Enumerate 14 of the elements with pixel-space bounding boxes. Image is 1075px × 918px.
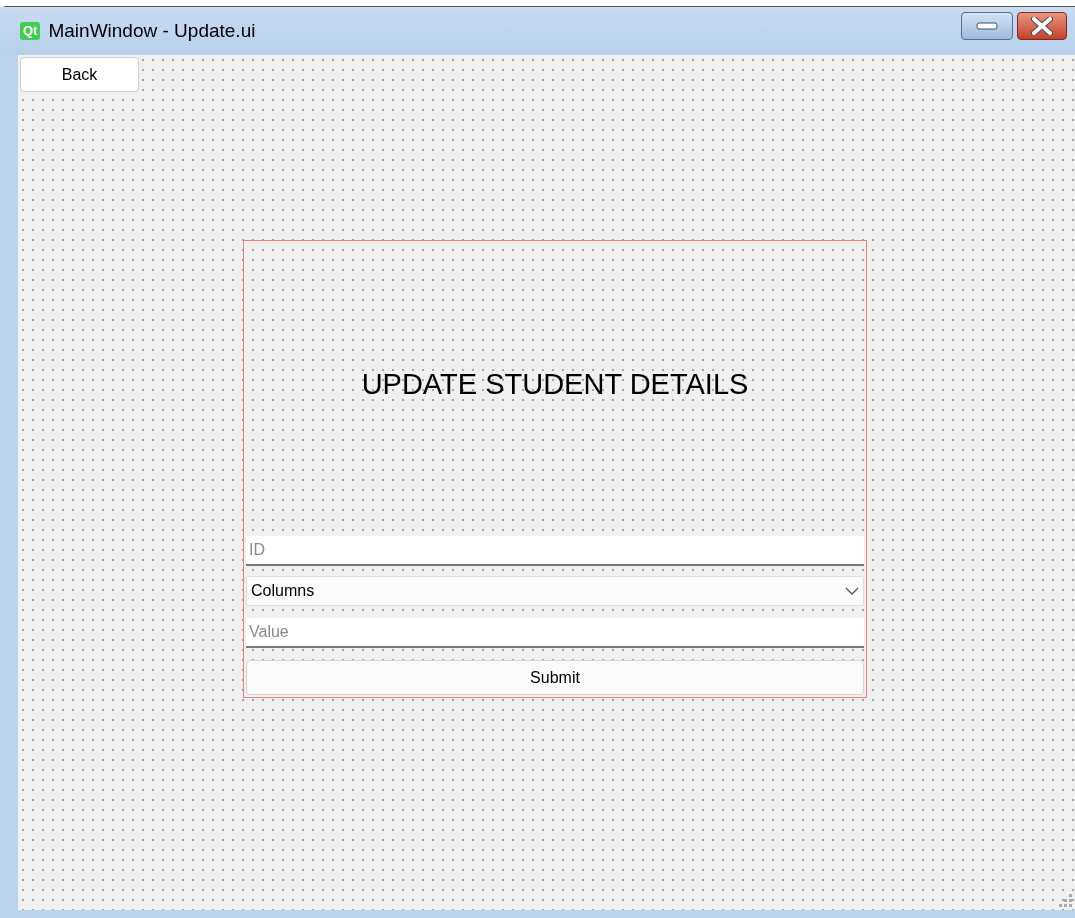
form-heading: UPDATE STUDENT DETAILS	[361, 366, 749, 402]
close-icon	[1031, 17, 1053, 35]
chevron-down-icon	[845, 587, 859, 595]
app-logo: Qt	[20, 22, 41, 40]
close-button[interactable]	[1017, 12, 1067, 40]
minimize-button[interactable]	[961, 12, 1013, 40]
id-field[interactable]: ID	[246, 536, 864, 566]
value-field[interactable]: Value	[246, 618, 864, 648]
window-title: MainWindow - Update.ui	[48, 18, 256, 43]
columns-dropdown[interactable]: Columns	[246, 576, 864, 606]
submit-button[interactable]: Submit	[246, 660, 864, 695]
resize-grip-icon	[1059, 894, 1073, 908]
minimize-icon	[976, 22, 998, 30]
back-button[interactable]: Back	[20, 57, 139, 92]
